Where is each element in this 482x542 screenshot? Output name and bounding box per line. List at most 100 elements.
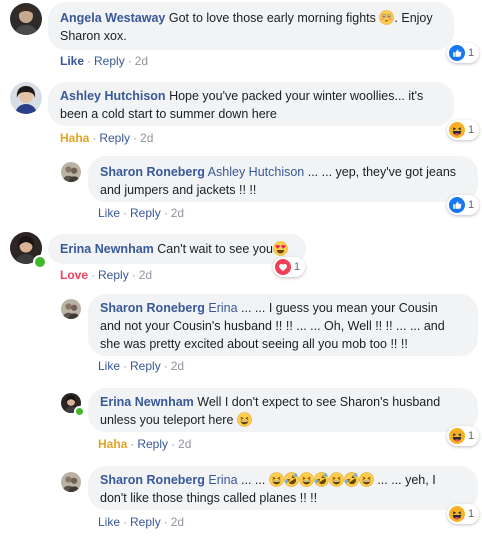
comment-author[interactable]: Sharon Roneberg xyxy=(100,473,205,487)
reply-link[interactable]: Reply xyxy=(130,206,161,220)
separator: · xyxy=(130,437,135,451)
reply-link[interactable]: Reply xyxy=(130,359,161,373)
reply-bubble: Erina Newnham Well I don't expect to see… xyxy=(88,388,478,432)
reply-link[interactable]: Reply xyxy=(98,268,129,282)
comment-actions: Haha · Reply · 2d xyxy=(98,437,191,451)
comment-author[interactable]: Ashley Hutchison xyxy=(60,89,166,103)
comment-actions: Like · Reply · 2d xyxy=(98,206,184,220)
comment-text: don't like those things called planes !!… xyxy=(100,491,318,505)
comment-text: been a cold start to summer down here xyxy=(60,107,277,121)
separator: · xyxy=(91,268,96,282)
reply-bubble: Sharon Roneberg Erina ... ... I guess yo… xyxy=(88,294,478,356)
separator: · xyxy=(171,437,176,451)
like-icon xyxy=(449,45,465,61)
separator: · xyxy=(163,515,168,529)
timestamp[interactable]: 2d xyxy=(171,206,184,220)
reaction-count-badge[interactable]: 1 xyxy=(447,120,480,140)
timestamp[interactable]: 2d xyxy=(140,131,153,145)
separator: · xyxy=(123,206,128,220)
love-link[interactable]: Love xyxy=(60,268,88,282)
reaction-count-badge[interactable]: 1 xyxy=(447,43,480,63)
reply-bubble: Sharon Roneberg Ashley Hutchison ... ...… xyxy=(88,156,478,202)
comment-text: ... ... xyxy=(241,473,266,487)
comment-actions: Haha · Reply · 2d xyxy=(60,131,153,145)
reaction-count: 1 xyxy=(468,508,475,520)
comment-text: ... ... I guess you mean your Cousin xyxy=(241,301,438,315)
reply-link[interactable]: Reply xyxy=(99,131,130,145)
flushed-face-icon xyxy=(379,10,394,25)
like-link[interactable]: Like xyxy=(98,359,120,373)
avatar[interactable] xyxy=(10,82,42,114)
comment-text: ... ... yeh, I xyxy=(377,473,436,487)
online-status-indicator xyxy=(33,255,47,269)
reaction-count: 1 xyxy=(468,47,475,59)
avatar[interactable] xyxy=(10,3,42,35)
rofl-icon xyxy=(284,472,299,487)
separator: · xyxy=(87,54,92,68)
comment-text: and jumpers and jackets !! !! xyxy=(100,183,257,197)
like-link[interactable]: Like xyxy=(98,206,120,220)
comment-author[interactable]: Angela Westaway xyxy=(60,11,165,25)
mention-link[interactable]: Erina xyxy=(208,473,237,487)
comment-text: Well I don't expect to see Sharon's husb… xyxy=(197,395,441,409)
grinning-squint-icon xyxy=(329,472,344,487)
comment-bubble: Erina Newnham Can't wait to see you xyxy=(48,234,306,264)
avatar[interactable] xyxy=(61,162,81,182)
reply-link[interactable]: Reply xyxy=(94,54,125,68)
reply-link[interactable]: Reply xyxy=(137,437,168,451)
comment-text: she was pretty excited about seeing all … xyxy=(100,337,408,351)
timestamp[interactable]: 2d xyxy=(178,437,191,451)
grinning-squint-icon xyxy=(269,472,284,487)
comment-text: Hope you've packed your winter woollies.… xyxy=(169,89,424,103)
like-link[interactable]: Like xyxy=(60,54,84,68)
comment-text: ... ... yep, they've got jeans xyxy=(307,165,457,179)
avatar[interactable] xyxy=(61,299,81,319)
comment-text: and not your Cousin's husband !! !! ... … xyxy=(100,319,445,333)
comment-text: unless you teleport here xyxy=(100,413,234,427)
emoji-sequence xyxy=(269,473,374,487)
comment-actions: Like · Reply · 2d xyxy=(60,54,148,68)
separator: · xyxy=(163,359,168,373)
reaction-count: 1 xyxy=(468,124,475,136)
mention-link[interactable]: Ashley Hutchison xyxy=(208,165,305,179)
separator: · xyxy=(133,131,138,145)
haha-link[interactable]: Haha xyxy=(98,437,127,451)
comment-actions: Like · Reply · 2d xyxy=(98,515,184,529)
separator: · xyxy=(131,268,136,282)
comment-text: Can't wait to see you xyxy=(157,242,273,256)
comment-text: Got to love those early morning fights xyxy=(168,11,376,25)
comment-author[interactable]: Erina Newnham xyxy=(60,242,154,256)
haha-icon xyxy=(449,428,465,444)
like-link[interactable]: Like xyxy=(98,515,120,529)
grinning-squint-icon xyxy=(237,412,252,427)
separator: · xyxy=(163,206,168,220)
separator: · xyxy=(123,515,128,529)
reaction-count-badge[interactable]: 1 xyxy=(447,504,480,524)
reaction-count-badge[interactable]: 1 xyxy=(273,257,306,277)
online-status-indicator xyxy=(74,406,85,417)
rofl-icon xyxy=(344,472,359,487)
rofl-icon xyxy=(314,472,329,487)
separator: · xyxy=(127,54,132,68)
reaction-count: 1 xyxy=(468,430,475,442)
timestamp[interactable]: 2d xyxy=(171,359,184,373)
avatar[interactable] xyxy=(61,472,81,492)
mention-link[interactable]: Erina xyxy=(208,301,237,315)
grinning-squint-icon xyxy=(359,472,374,487)
reaction-count-badge[interactable]: 1 xyxy=(447,195,480,215)
separator: · xyxy=(92,131,97,145)
comment-author[interactable]: Sharon Roneberg xyxy=(100,165,205,179)
haha-icon xyxy=(449,122,465,138)
reply-bubble: Sharon Roneberg Erina ... ... ... ... ye… xyxy=(88,466,478,510)
reply-link[interactable]: Reply xyxy=(130,515,161,529)
comment-author[interactable]: Erina Newnham xyxy=(100,395,194,409)
timestamp[interactable]: 2d xyxy=(171,515,184,529)
timestamp[interactable]: 2d xyxy=(139,268,152,282)
timestamp[interactable]: 2d xyxy=(135,54,148,68)
comment-author[interactable]: Sharon Roneberg xyxy=(100,301,205,315)
separator: · xyxy=(123,359,128,373)
haha-link[interactable]: Haha xyxy=(60,131,89,145)
haha-icon xyxy=(449,506,465,522)
reaction-count-badge[interactable]: 1 xyxy=(447,426,480,446)
like-icon xyxy=(449,197,465,213)
